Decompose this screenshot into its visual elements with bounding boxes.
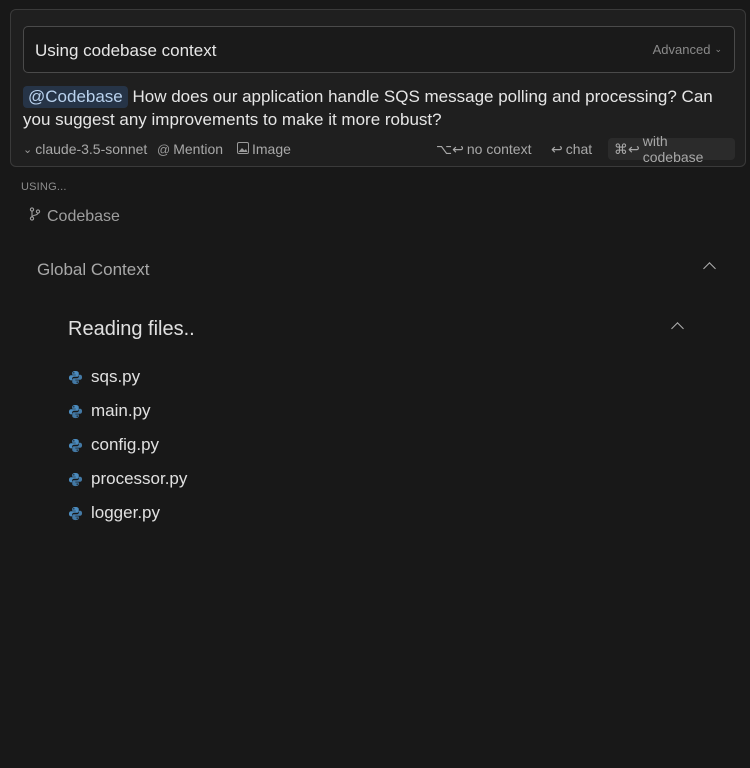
- using-section-label: USING...: [21, 181, 67, 193]
- model-label: claude-3.5-sonnet: [35, 141, 148, 157]
- python-file-icon: [68, 370, 83, 384]
- file-name: sqs.py: [91, 367, 141, 386]
- no-context-label: no context: [466, 141, 532, 157]
- chevron-up-icon[interactable]: [703, 262, 716, 275]
- advanced-dropdown[interactable]: Advanced ⌄: [653, 42, 722, 57]
- at-icon: @: [157, 141, 171, 157]
- codebase-context-item[interactable]: Codebase: [29, 207, 120, 226]
- global-context-header[interactable]: Global Context: [37, 260, 149, 280]
- image-button[interactable]: Image: [237, 138, 291, 160]
- chevron-up-icon[interactable]: [671, 322, 684, 335]
- advanced-label: Advanced: [652, 42, 711, 57]
- file-item[interactable]: config.py: [68, 428, 187, 462]
- codebase-label: Codebase: [47, 207, 120, 225]
- mention-button[interactable]: @ Mention: [157, 138, 223, 160]
- codebase-shortcut: ⌘↩: [614, 140, 640, 157]
- git-branch-icon: [29, 207, 41, 226]
- file-list: sqs.py main.py config.py processor.py lo…: [68, 360, 187, 530]
- chat-button[interactable]: ↩ chat: [551, 138, 592, 160]
- context-input[interactable]: Using codebase context Advanced ⌄: [23, 26, 735, 73]
- file-name: main.py: [91, 401, 151, 420]
- chat-shortcut: ↩: [551, 140, 563, 157]
- model-selector[interactable]: ⌄ claude-3.5-sonnet: [23, 138, 147, 160]
- file-item[interactable]: logger.py: [68, 496, 187, 530]
- file-name: config.py: [91, 435, 160, 454]
- mention-label: Mention: [173, 141, 224, 157]
- composer-toolbar: ⌄ claude-3.5-sonnet @ Mention Image ⌥↩ n…: [23, 133, 735, 165]
- python-file-icon: [68, 438, 83, 452]
- no-context-button[interactable]: ⌥↩ no context: [436, 138, 531, 160]
- no-context-shortcut: ⌥↩: [436, 140, 464, 157]
- file-item[interactable]: main.py: [68, 394, 187, 428]
- context-input-value[interactable]: Using codebase context: [35, 41, 216, 61]
- chevron-down-icon: ⌄: [23, 143, 33, 156]
- file-name: logger.py: [91, 503, 160, 522]
- file-name: processor.py: [91, 469, 188, 488]
- file-item[interactable]: processor.py: [68, 462, 187, 496]
- file-item[interactable]: sqs.py: [68, 360, 187, 394]
- image-label: Image: [252, 141, 291, 157]
- with-codebase-label: with codebase: [642, 133, 704, 165]
- composer-panel: Using codebase context Advanced ⌄ @Codeb…: [10, 9, 746, 167]
- reading-files-title: Reading files..: [68, 318, 195, 340]
- chat-label: chat: [565, 141, 593, 157]
- python-file-icon: [68, 404, 83, 418]
- with-codebase-button[interactable]: ⌘↩ with codebase: [608, 133, 735, 165]
- query-text[interactable]: @Codebase How does our application handl…: [23, 85, 723, 131]
- image-icon: [237, 141, 249, 157]
- python-file-icon: [68, 506, 83, 520]
- chevron-down-icon: ⌄: [714, 44, 722, 54]
- codebase-mention-chip[interactable]: @Codebase: [23, 86, 128, 108]
- python-file-icon: [68, 472, 83, 486]
